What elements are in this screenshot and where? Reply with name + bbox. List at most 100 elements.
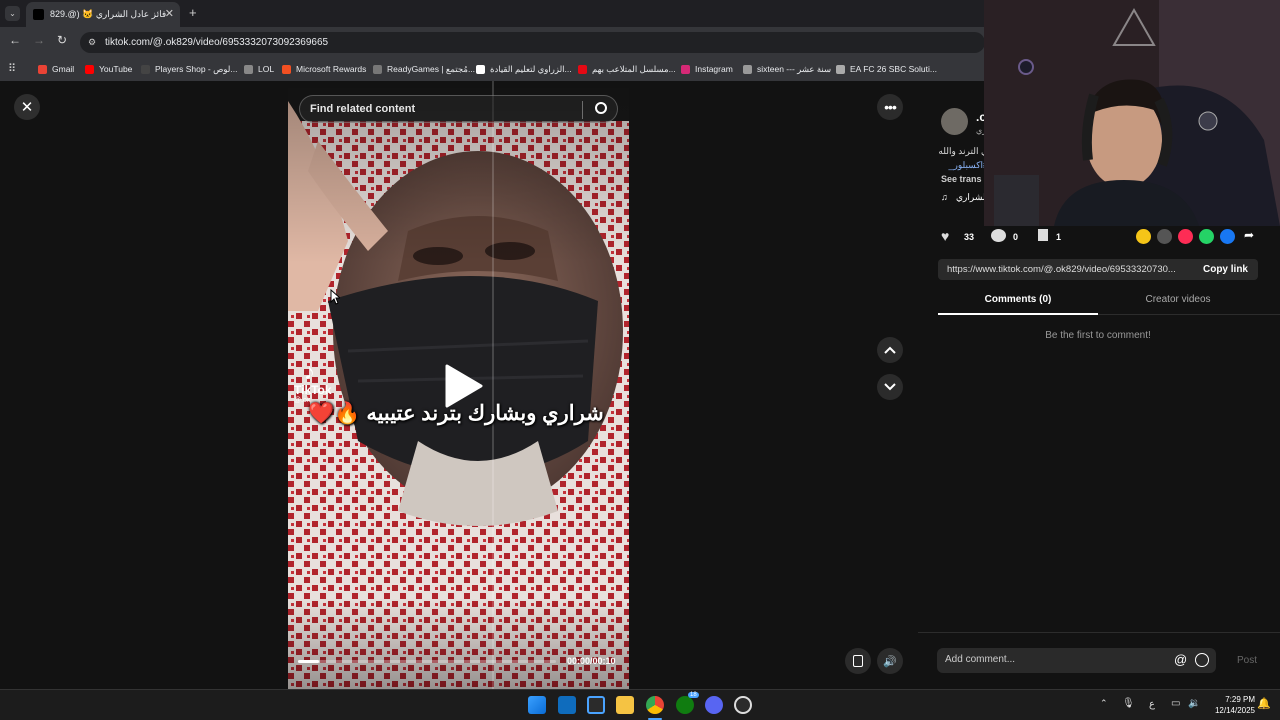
mini-player-button[interactable] [845,648,871,674]
more-options-button[interactable]: ••• [877,94,903,120]
bookmark-label: Instagram [695,64,733,74]
network-icon[interactable]: ▭ [1171,698,1180,709]
bookmark-favicon-icon [476,65,485,74]
bookmark-label: Gmail [52,64,75,74]
copy-link-button[interactable]: Copy link [1203,264,1248,275]
watermark-brand: TikTok [294,383,332,397]
search-icon[interactable] [595,102,607,114]
music-note-icon: ♫ [941,192,948,202]
next-video-button[interactable] [877,374,903,400]
mention-icon[interactable]: @ [1174,652,1187,667]
webcam-overlay [984,0,1280,226]
share-option-icon[interactable] [1136,229,1151,244]
share-link-box: https://www.tiktok.com/@.ok829/video/695… [938,259,1258,280]
close-icon: ✕ [20,99,34,116]
previous-video-button[interactable] [877,337,903,363]
bookmark-item[interactable]: Instagram [681,62,733,76]
share-option-icon[interactable] [1178,229,1193,244]
chevron-down-icon [884,383,896,391]
bookmark-favicon-icon [836,65,845,74]
microsoft-store-icon[interactable] [587,696,605,714]
tab-creator-videos[interactable]: Creator videos [1098,294,1258,305]
back-icon[interactable]: ← [9,33,21,47]
apps-grid-icon[interactable]: ⠿ [8,62,16,75]
description-line: ي الترند والله [938,146,988,156]
bookmark-item[interactable]: Microsoft Rewards [282,62,366,76]
app-icon[interactable] [734,696,752,714]
bookmark-label: Microsoft Rewards [296,64,367,74]
tray-overflow-icon[interactable]: ⌃ [1100,698,1108,709]
progress-fill [298,660,319,663]
share-option-icon[interactable] [1157,229,1172,244]
chrome-icon[interactable] [646,696,664,714]
video-time: 00:00/00:10 [567,656,616,666]
heart-icon[interactable]: ♥ [941,228,949,244]
volume-tray-icon[interactable]: 🔉 [1188,698,1200,709]
xbox-badge: 18 [688,692,699,698]
tab-active-underline [938,313,1098,315]
bookmark-item[interactable]: مسلسل المتلاعب بهم... [578,62,676,76]
likes-count: 33 [964,232,975,242]
clock-time[interactable]: 7:29 PM [1209,695,1255,704]
active-tab[interactable]: فائز عادل الشراري 🐱 (@.829 ✕ [26,2,180,27]
discord-icon[interactable] [705,696,723,714]
post-button[interactable]: Post [1237,655,1257,666]
description-hashtag[interactable]: #اكسبلور_ [928,160,988,171]
related-search-placeholder: Find related content [310,103,416,115]
outlook-icon[interactable] [558,696,576,714]
url-field[interactable]: ⚙ tiktok.com/@.ok829/video/6953332073092… [80,32,985,53]
see-translation-link[interactable]: See trans [941,174,982,184]
share-arrow-icon[interactable]: ➦ [1244,228,1254,242]
ellipsis-icon: ••• [884,99,897,115]
bookmark-label: YouTube [99,64,133,74]
file-explorer-icon[interactable] [616,696,634,714]
add-comment-field[interactable]: Add comment... @ [937,648,1216,673]
bookmark-favicon-icon [373,65,382,74]
bookmark-item[interactable]: LOL [244,62,274,76]
reload-icon[interactable]: ↻ [57,33,67,47]
bookmark-item[interactable]: Gmail [38,62,74,76]
comment-icon[interactable] [991,229,1006,242]
clock-date[interactable]: 12/14/2025 [1205,706,1255,715]
saves-count: 1 [1056,232,1062,242]
share-option-icon[interactable] [1220,229,1235,244]
bookmark-icon[interactable] [1038,229,1048,241]
tab-comments[interactable]: Comments (0) [938,294,1098,305]
volume-button[interactable]: 🔊 [877,648,903,674]
start-windows-icon[interactable] [528,696,546,714]
language-indicator[interactable]: ع [1149,699,1155,710]
bookmark-item[interactable]: Players Shop - لوص... [141,62,237,76]
new-tab-button[interactable]: + [189,5,197,20]
xbox-icon[interactable] [676,696,694,714]
mini-player-icon [853,655,863,667]
progress-track[interactable] [298,660,556,663]
site-info-icon[interactable]: ⚙ [88,32,96,53]
chevron-up-icon [884,346,896,354]
bookmark-item[interactable]: EA FC 26 SBC Soluti... [836,62,937,76]
url-text: tiktok.com/@.ok829/video/695333207309236… [105,37,329,48]
bookmark-favicon-icon [141,65,150,74]
tab-close-icon[interactable]: ✕ [165,2,174,27]
bookmark-favicon-icon [244,65,253,74]
tab-search-button[interactable]: ⌄ [5,6,20,21]
bookmark-item[interactable]: YouTube [85,62,132,76]
microphone-icon[interactable]: 🎙 [1122,698,1135,709]
bookmark-favicon-icon [743,65,752,74]
add-comment-placeholder: Add comment... [945,654,1016,665]
video-player[interactable]: Find related content ♪ TikTok @.ok شراري… [288,81,629,689]
share-url: https://www.tiktok.com/@.ok829/video/695… [947,264,1176,275]
author-avatar[interactable] [941,108,968,135]
related-content-search[interactable]: Find related content [299,95,618,123]
close-viewer-button[interactable]: ✕ [14,94,40,120]
share-option-icon[interactable] [1199,229,1214,244]
emoji-icon[interactable] [1195,653,1209,667]
bookmark-label: الزراوي لتعليم القيادة... [490,64,572,74]
notifications-icon[interactable]: 🔔 [1257,697,1271,710]
bookmark-favicon-icon [681,65,690,74]
bookmark-item[interactable]: الزراوي لتعليم القيادة... [476,62,572,76]
bookmark-item[interactable]: ReadyGames | مُجتمع... [373,62,475,76]
comments-count: 0 [1013,232,1019,242]
forward-icon[interactable]: → [33,33,45,47]
tiktok-watermark: ♪ TikTok @.ok [294,361,332,405]
bookmark-item[interactable]: sixteen --- سنة عشر [743,62,831,76]
